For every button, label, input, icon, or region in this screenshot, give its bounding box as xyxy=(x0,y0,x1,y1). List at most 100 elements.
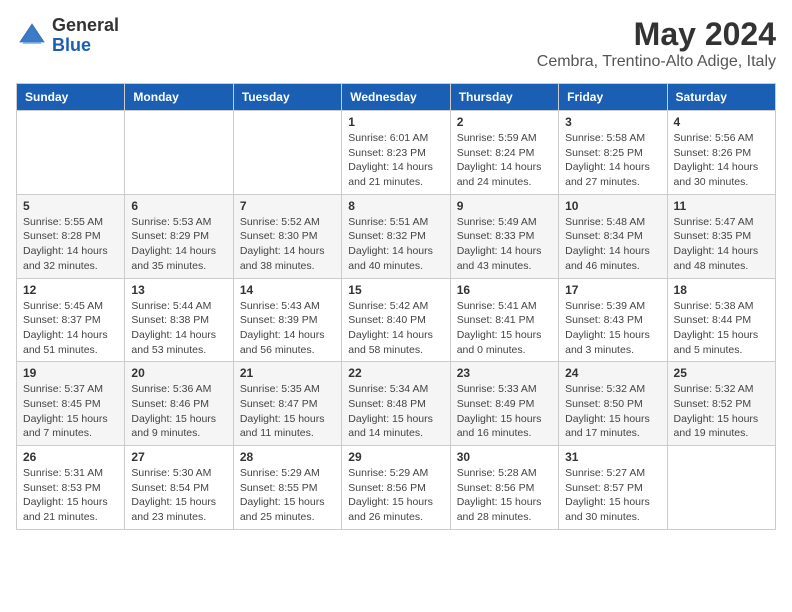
calendar-cell: 26Sunrise: 5:31 AM Sunset: 8:53 PM Dayli… xyxy=(17,446,125,530)
logo-general-text: General xyxy=(52,15,119,35)
logo-icon xyxy=(16,20,48,52)
calendar-cell: 20Sunrise: 5:36 AM Sunset: 8:46 PM Dayli… xyxy=(125,362,233,446)
day-info: Sunrise: 5:43 AM Sunset: 8:39 PM Dayligh… xyxy=(240,299,335,358)
calendar-cell: 22 Sunrise: 5:34 AM Sunset: 8:48 PM Dayli… xyxy=(342,362,450,446)
calendar-table: SundayMondayTuesdayWednesdayThursdayFrid… xyxy=(16,83,776,530)
calendar-cell: 3 Sunrise: 5:58 AM Sunset: 8:25 PM Daylig… xyxy=(559,111,667,195)
day-number: 6 xyxy=(131,199,226,213)
weekday-header-saturday: Saturday xyxy=(667,84,775,111)
day-number: 29 xyxy=(348,450,443,464)
day-info: Sunrise: 5:56 AM Sunset: 8:26 PM Dayligh… xyxy=(674,131,769,190)
day-info: Sunrise: 5:44 AM Sunset: 8:38 PM Dayligh… xyxy=(131,299,226,358)
calendar-week-row: 26Sunrise: 5:31 AM Sunset: 8:53 PM Dayli… xyxy=(17,446,776,530)
day-number: 27 xyxy=(131,450,226,464)
day-info: Sunrise: 5:35 AM Sunset: 8:47 PM Dayligh… xyxy=(240,382,335,441)
day-number: 22 xyxy=(348,366,443,380)
calendar-cell: 17Sunrise: 5:39 AM Sunset: 8:43 PM Dayli… xyxy=(559,278,667,362)
day-info: Sunrise: 5:37 AM Sunset: 8:45 PM Dayligh… xyxy=(23,382,118,441)
day-number: 31 xyxy=(565,450,660,464)
weekday-header-row: SundayMondayTuesdayWednesdayThursdayFrid… xyxy=(17,84,776,111)
calendar-cell: 10 Sunrise: 5:48 AM Sunset: 8:34 PM Dayli… xyxy=(559,194,667,278)
day-number: 2 xyxy=(457,115,552,129)
day-info: Sunrise: 5:58 AM Sunset: 8:25 PM Dayligh… xyxy=(565,131,660,190)
day-number: 5 xyxy=(23,199,118,213)
logo: General Blue xyxy=(16,16,119,56)
day-info: Sunrise: 5:59 AM Sunset: 8:24 PM Dayligh… xyxy=(457,131,552,190)
day-info: Sunrise: 5:41 AM Sunset: 8:41 PM Dayligh… xyxy=(457,299,552,358)
day-info: Sunrise: 5:51 AM Sunset: 8:32 PM Dayligh… xyxy=(348,215,443,274)
calendar-cell: 2 Sunrise: 5:59 AM Sunset: 8:24 PM Daylig… xyxy=(450,111,558,195)
calendar-cell xyxy=(667,446,775,530)
calendar-cell: 24 Sunrise: 5:32 AM Sunset: 8:50 PM Dayli… xyxy=(559,362,667,446)
day-number: 18 xyxy=(674,283,769,297)
day-info: Sunrise: 5:42 AM Sunset: 8:40 PM Dayligh… xyxy=(348,299,443,358)
day-number: 30 xyxy=(457,450,552,464)
calendar-cell: 30Sunrise: 5:28 AM Sunset: 8:56 PM Dayli… xyxy=(450,446,558,530)
calendar-cell xyxy=(233,111,341,195)
day-info: Sunrise: 5:36 AM Sunset: 8:46 PM Dayligh… xyxy=(131,382,226,441)
calendar-cell: 19 Sunrise: 5:37 AM Sunset: 8:45 PM Dayli… xyxy=(17,362,125,446)
logo-blue-text: Blue xyxy=(52,35,91,55)
day-number: 1 xyxy=(348,115,443,129)
day-number: 25 xyxy=(674,366,769,380)
weekday-header-sunday: Sunday xyxy=(17,84,125,111)
day-number: 10 xyxy=(565,199,660,213)
day-info: Sunrise: 5:53 AM Sunset: 8:29 PM Dayligh… xyxy=(131,215,226,274)
logo-text: General Blue xyxy=(52,16,119,56)
day-number: 8 xyxy=(348,199,443,213)
day-number: 15 xyxy=(348,283,443,297)
day-number: 26 xyxy=(23,450,118,464)
day-number: 17 xyxy=(565,283,660,297)
day-number: 11 xyxy=(674,199,769,213)
day-info: Sunrise: 5:29 AM Sunset: 8:56 PM Dayligh… xyxy=(348,466,443,525)
day-number: 4 xyxy=(674,115,769,129)
calendar-cell: 25 Sunrise: 5:32 AM Sunset: 8:52 PM Dayli… xyxy=(667,362,775,446)
calendar-cell xyxy=(17,111,125,195)
calendar-cell: 18 Sunrise: 5:38 AM Sunset: 8:44 PM Dayli… xyxy=(667,278,775,362)
day-info: Sunrise: 5:48 AM Sunset: 8:34 PM Dayligh… xyxy=(565,215,660,274)
calendar-cell: 4 Sunrise: 5:56 AM Sunset: 8:26 PM Daylig… xyxy=(667,111,775,195)
calendar-cell: 5 Sunrise: 5:55 AM Sunset: 8:28 PM Daylig… xyxy=(17,194,125,278)
day-number: 7 xyxy=(240,199,335,213)
day-info: Sunrise: 5:47 AM Sunset: 8:35 PM Dayligh… xyxy=(674,215,769,274)
day-number: 21 xyxy=(240,366,335,380)
title-block: May 2024 Cembra, Trentino-Alto Adige, It… xyxy=(537,16,776,71)
calendar-cell: 14Sunrise: 5:43 AM Sunset: 8:39 PM Dayli… xyxy=(233,278,341,362)
day-number: 24 xyxy=(565,366,660,380)
calendar-cell: 15 Sunrise: 5:42 AM Sunset: 8:40 PM Dayli… xyxy=(342,278,450,362)
day-info: Sunrise: 5:52 AM Sunset: 8:30 PM Dayligh… xyxy=(240,215,335,274)
calendar-cell: 31 Sunrise: 5:27 AM Sunset: 8:57 PM Dayli… xyxy=(559,446,667,530)
calendar-cell: 16Sunrise: 5:41 AM Sunset: 8:41 PM Dayli… xyxy=(450,278,558,362)
day-info: Sunrise: 5:30 AM Sunset: 8:54 PM Dayligh… xyxy=(131,466,226,525)
day-number: 19 xyxy=(23,366,118,380)
day-number: 23 xyxy=(457,366,552,380)
calendar-week-row: 5 Sunrise: 5:55 AM Sunset: 8:28 PM Daylig… xyxy=(17,194,776,278)
calendar-week-row: 19 Sunrise: 5:37 AM Sunset: 8:45 PM Dayli… xyxy=(17,362,776,446)
day-info: Sunrise: 5:38 AM Sunset: 8:44 PM Dayligh… xyxy=(674,299,769,358)
day-number: 12 xyxy=(23,283,118,297)
day-info: Sunrise: 5:32 AM Sunset: 8:52 PM Dayligh… xyxy=(674,382,769,441)
weekday-header-tuesday: Tuesday xyxy=(233,84,341,111)
calendar-week-row: 12Sunrise: 5:45 AM Sunset: 8:37 PM Dayli… xyxy=(17,278,776,362)
calendar-cell xyxy=(125,111,233,195)
month-year-title: May 2024 xyxy=(537,16,776,53)
weekday-header-wednesday: Wednesday xyxy=(342,84,450,111)
day-info: Sunrise: 5:27 AM Sunset: 8:57 PM Dayligh… xyxy=(565,466,660,525)
day-info: Sunrise: 5:32 AM Sunset: 8:50 PM Dayligh… xyxy=(565,382,660,441)
day-number: 9 xyxy=(457,199,552,213)
day-number: 3 xyxy=(565,115,660,129)
calendar-cell: 9 Sunrise: 5:49 AM Sunset: 8:33 PM Daylig… xyxy=(450,194,558,278)
calendar-cell: 7 Sunrise: 5:52 AM Sunset: 8:30 PM Daylig… xyxy=(233,194,341,278)
day-info: Sunrise: 5:29 AM Sunset: 8:55 PM Dayligh… xyxy=(240,466,335,525)
calendar-cell: 11 Sunrise: 5:47 AM Sunset: 8:35 PM Dayli… xyxy=(667,194,775,278)
calendar-cell: 29 Sunrise: 5:29 AM Sunset: 8:56 PM Dayli… xyxy=(342,446,450,530)
calendar-cell: 13Sunrise: 5:44 AM Sunset: 8:38 PM Dayli… xyxy=(125,278,233,362)
day-info: Sunrise: 5:49 AM Sunset: 8:33 PM Dayligh… xyxy=(457,215,552,274)
weekday-header-friday: Friday xyxy=(559,84,667,111)
calendar-cell: 1Sunrise: 6:01 AM Sunset: 8:23 PM Daylig… xyxy=(342,111,450,195)
page-header: General Blue May 2024 Cembra, Trentino-A… xyxy=(16,16,776,71)
day-info: Sunrise: 5:55 AM Sunset: 8:28 PM Dayligh… xyxy=(23,215,118,274)
location-subtitle: Cembra, Trentino-Alto Adige, Italy xyxy=(537,53,776,71)
day-info: Sunrise: 5:34 AM Sunset: 8:48 PM Dayligh… xyxy=(348,382,443,441)
weekday-header-monday: Monday xyxy=(125,84,233,111)
